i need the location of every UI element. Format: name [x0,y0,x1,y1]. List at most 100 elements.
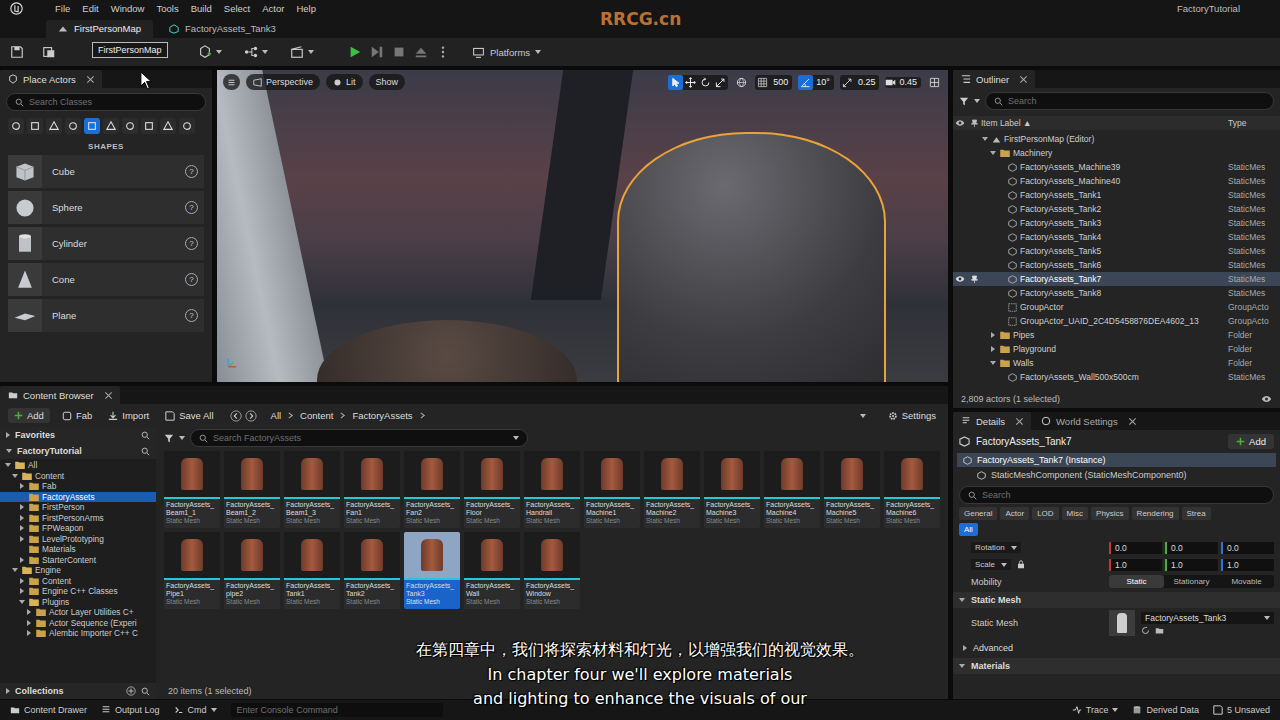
search-icon[interactable] [141,431,150,440]
panel-tab[interactable]: Content Browser [0,386,120,404]
folder-tree-item[interactable]: Fab [0,481,156,492]
asset-tile[interactable]: FactoryAssets_Machine2Static Mesh [644,451,700,528]
search-field[interactable]: Search [985,92,1274,110]
show-button[interactable]: Show [369,74,406,90]
folder-tree-item[interactable]: FirstPerson [0,502,156,513]
snap-icon[interactable] [798,75,813,90]
asset-tile[interactable]: FactoryAssets_HandrailStatic Mesh [524,451,580,528]
number-field[interactable]: 1.0 [1109,559,1162,571]
filter-tab[interactable]: LOD [1032,507,1058,520]
component-row[interactable]: StaticMeshComponent (StaticMeshComponent… [957,468,1276,482]
cmd-dropdown[interactable]: Cmd [174,705,217,715]
category-icon[interactable] [160,118,176,134]
mobility-option[interactable]: Static [1109,575,1164,588]
add-actor-button[interactable] [190,45,230,59]
help-badge[interactable]: ? [185,165,198,178]
snap-icon[interactable] [840,75,855,90]
folder-tree-item[interactable]: Content [0,576,156,587]
play-button-icon[interactable] [348,45,362,59]
filter-tab[interactable]: All [959,523,978,536]
folder-tree-item[interactable]: Engine [0,565,156,576]
category-icon[interactable] [8,118,24,134]
actor-name-field[interactable]: FactoryAssets_Tank7 [976,436,1072,447]
forward-icon[interactable] [245,410,257,422]
unsaved-button[interactable]: 5 Unsaved [1213,705,1270,715]
unreal-logo-icon[interactable] [10,2,23,15]
transform-tool-icon[interactable] [668,75,683,90]
asset-tile[interactable]: FactoryAssets_Tank2Static Mesh [344,532,400,609]
folder-tree-item[interactable]: Actor Sequence (Experi [0,618,156,629]
outliner-row[interactable]: GroupActor_UAID_2C4D5458876DEA4602_13Gro… [953,314,1280,328]
folder-tree-item[interactable]: FactoryAssets [0,492,156,503]
shape-item[interactable]: Cube? [8,155,204,188]
category-icon[interactable] [84,118,100,134]
breadcrumb[interactable]: All [271,410,282,421]
outliner-row[interactable]: Machinery [953,146,1280,160]
maximize-icon[interactable] [927,75,942,90]
breadcrumb[interactable]: Content [300,410,333,421]
asset-tile[interactable]: FactoryAssets_WallStatic Mesh [464,532,520,609]
close-icon[interactable] [1016,418,1023,425]
asset-tile[interactable]: FactoryAssets_Tank3Static Mesh [404,532,460,609]
filter-icon[interactable] [164,433,174,443]
shape-item[interactable]: Plane? [8,299,204,332]
help-badge[interactable]: ? [185,237,198,250]
browse-folder-icon[interactable] [1155,626,1164,635]
blueprint-button[interactable] [236,45,276,59]
outliner-row[interactable]: FactoryAssets_Tank4StaticMes [953,230,1280,244]
perspective-button[interactable]: Perspective [246,74,320,90]
menu-item[interactable]: Select [224,3,250,14]
level-viewport[interactable]: PerspectiveLitShow50010°0.250.45 [217,70,948,382]
close-icon[interactable] [1129,418,1136,425]
add-component-button[interactable]: Add [1228,434,1274,449]
outliner-row[interactable]: FactoryAssets_Machine39StaticMes [953,160,1280,174]
asset-tile[interactable]: FactoryAssets_Fan1Static Mesh [344,451,400,528]
asset-tile[interactable]: FactoryAssets_Fan2Static Mesh [404,451,460,528]
transform-tool-icon[interactable] [713,75,728,90]
property-dropdown[interactable]: Rotation [971,542,1021,553]
mobility-option[interactable]: Stationary [1164,575,1219,588]
menu-item[interactable]: Window [111,3,145,14]
number-field[interactable]: 1.0 [1221,559,1274,571]
outliner-row[interactable]: FactoryAssets_Wall500x500cmStaticMes [953,370,1280,384]
category-icon[interactable] [179,118,195,134]
project-header[interactable]: FactoryTutorial [0,443,156,459]
fab-button[interactable]: Fab [58,409,96,422]
outliner-row[interactable]: FactoryAssets_Tank5StaticMes [953,244,1280,258]
search-field[interactable]: Search [959,486,1274,504]
filter-tab[interactable]: Strea [1182,507,1211,520]
folder-tree-item[interactable]: FirstPersonArms [0,513,156,524]
folder-tree-item[interactable]: Plugins [0,597,156,608]
view-mode-button[interactable]: Lit [326,74,363,90]
settings-button[interactable]: Settings [884,409,940,422]
mobility-option[interactable]: Movable [1219,575,1274,588]
outliner-row[interactable]: FactoryAssets_Tank8StaticMes [953,286,1280,300]
document-tab[interactable]: FactoryAssets_Tank3 [157,20,288,38]
viewport-menu-button[interactable] [223,74,240,90]
back-icon[interactable] [230,410,242,422]
help-badge[interactable]: ? [185,309,198,322]
camera-speed[interactable]: 0.45 [885,77,921,88]
category-icon[interactable] [141,118,157,134]
category-icon[interactable] [103,118,119,134]
outliner-row[interactable]: FactoryAssets_Tank7StaticMes [953,272,1280,286]
number-field[interactable]: 0.0 [1109,542,1162,554]
asset-tile[interactable]: FactoryAssets_Beam1_2Static Mesh [224,451,280,528]
asset-tile[interactable]: FactoryAssets_pipe2Static Mesh [224,532,280,609]
folder-tree-item[interactable]: Alembic Importer C++ C [0,628,156,639]
snap-icon[interactable] [755,75,770,90]
filter-tab[interactable]: Misc [1062,507,1088,520]
lock-icon[interactable] [1017,560,1025,569]
save-all-button[interactable]: Save All [161,409,217,422]
outliner-row[interactable]: FactoryAssets_Tank6StaticMes [953,258,1280,272]
number-field[interactable]: 0.0 [1165,542,1218,554]
outliner-row[interactable]: FactoryAssets_Machine40StaticMes [953,174,1280,188]
asset-tile[interactable]: FactoryAssets_Tank1Static Mesh [284,532,340,609]
panel-tab[interactable]: Details [953,412,1031,430]
help-badge[interactable]: ? [185,273,198,286]
column-header[interactable]: Type [1228,118,1280,128]
asset-tile[interactable]: FactoryAssets_Machine1Static Mesh [584,451,640,528]
asset-tile[interactable]: FactoryAssets_Machine4Static Mesh [764,451,820,528]
outliner-row[interactable]: FactoryAssets_Tank1StaticMes [953,188,1280,202]
shape-item[interactable]: Sphere? [8,191,204,224]
